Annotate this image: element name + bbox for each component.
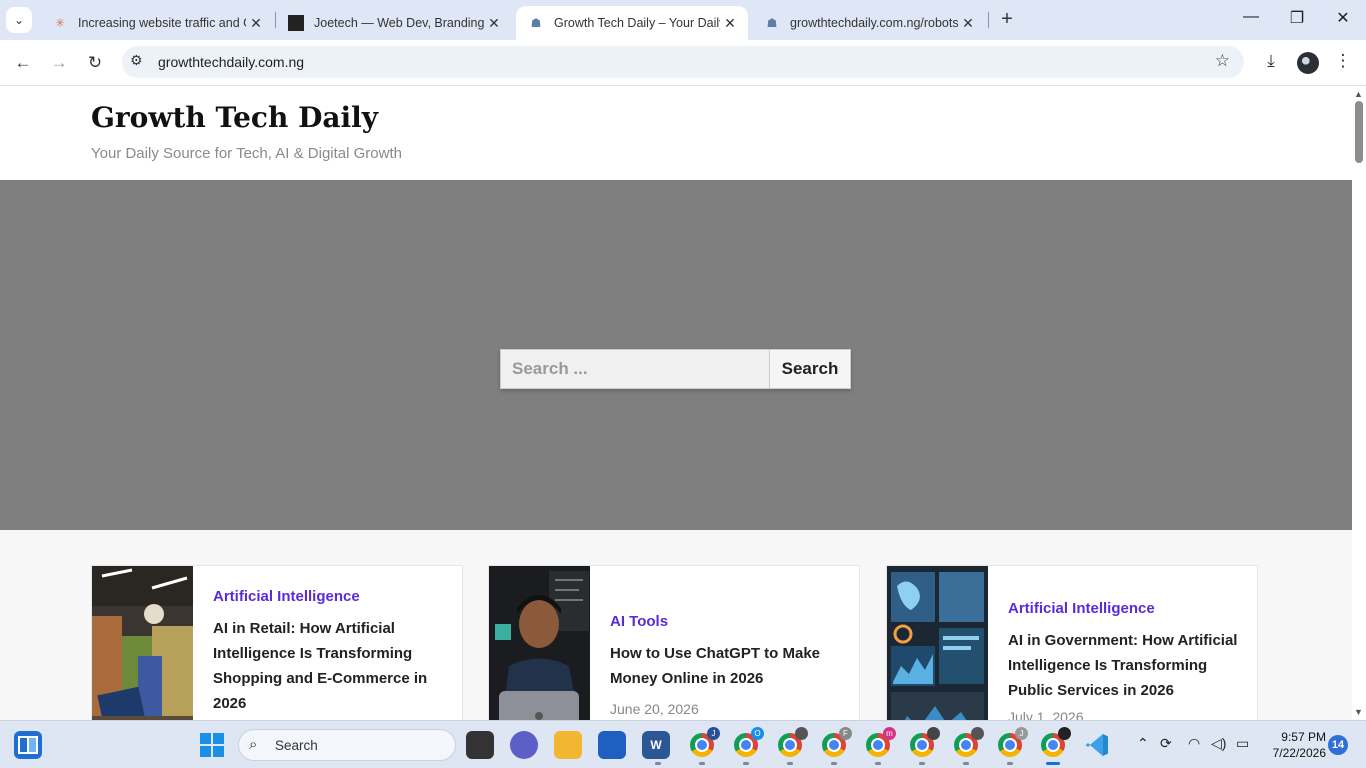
back-button[interactable]: ←: [10, 50, 36, 76]
minimize-button[interactable]: —: [1236, 8, 1266, 26]
search-form: Search ... Search: [500, 349, 851, 389]
close-icon[interactable]: ✕: [958, 15, 978, 32]
hero-banner: Search ... Search: [0, 180, 1352, 530]
post-thumbnail-retail[interactable]: [92, 566, 193, 720]
post-category[interactable]: Artificial Intelligence: [213, 588, 446, 605]
volume-icon[interactable]: ◁): [1211, 735, 1226, 752]
web-page: Growth Tech Daily Your Daily Source for …: [0, 87, 1352, 720]
download-icon[interactable]: ⤓: [1259, 51, 1283, 71]
tab-divider: [988, 12, 989, 28]
restore-button[interactable]: ❐: [1282, 8, 1312, 28]
post-thumbnail-chatgpt[interactable]: [489, 566, 590, 720]
scroll-up-arrow-icon[interactable]: ▲: [1354, 89, 1363, 99]
chat-icon[interactable]: [510, 731, 538, 759]
reload-icon: ↻: [87, 53, 103, 72]
bookmark-star-icon[interactable]: ☆: [1215, 51, 1230, 71]
wifi-icon[interactable]: ◠: [1188, 735, 1200, 752]
close-icon[interactable]: ✕: [246, 15, 266, 32]
url-text[interactable]: growthtechdaily.com.ng: [158, 54, 304, 70]
site-icon: ☗: [766, 16, 778, 30]
running-indicator: [743, 762, 749, 765]
windows-start-icon[interactable]: [198, 731, 226, 759]
post-card[interactable]: AI Tools How to Use ChatGPT to Make Mone…: [488, 565, 860, 720]
post-date: June 20, 2026: [610, 701, 699, 717]
window-close-button[interactable]: ✕: [1328, 8, 1358, 28]
post-title[interactable]: AI in Government: How Artificial Intelli…: [1008, 628, 1241, 703]
microsoft-store-icon[interactable]: [598, 731, 626, 759]
new-tab-button[interactable]: +: [996, 8, 1018, 31]
profile-avatar[interactable]: [1297, 52, 1319, 74]
site-icon: ☗: [530, 16, 542, 30]
post-card[interactable]: Artificial Intelligence AI in Retail: Ho…: [91, 565, 463, 720]
search-icon: ⌕: [249, 736, 258, 753]
kebab-menu-icon[interactable]: ⋮: [1331, 51, 1355, 71]
post-category[interactable]: AI Tools: [610, 613, 843, 630]
chrome-icon[interactable]: [778, 727, 808, 757]
search-button[interactable]: Search: [770, 349, 851, 389]
tab-1[interactable]: ✳ Increasing website traffic and G ✕: [40, 6, 274, 40]
clock-date: 7/22/2026: [1272, 746, 1326, 760]
post-category[interactable]: Artificial Intelligence: [1008, 600, 1241, 617]
active-indicator: [1046, 762, 1060, 765]
battery-icon[interactable]: ▭: [1236, 735, 1249, 752]
close-icon[interactable]: ✕: [484, 15, 504, 32]
file-explorer-icon[interactable]: [554, 731, 582, 759]
post-title[interactable]: How to Use ChatGPT to Make Money Online …: [610, 641, 843, 691]
chevron-down-icon: ⌄: [13, 13, 25, 27]
running-indicator: [655, 762, 661, 765]
chrome-icon[interactable]: [954, 727, 984, 757]
tab-2[interactable]: Joetech — Web Dev, Branding ✕: [276, 6, 512, 40]
joetech-icon: [288, 15, 304, 31]
site-tagline: Your Daily Source for Tech, AI & Digital…: [91, 145, 402, 162]
chrome-icon[interactable]: [910, 727, 940, 757]
arrow-right-icon: →: [50, 53, 68, 72]
tab-strip: ⌄ ✳ Increasing website traffic and G ✕ J…: [0, 0, 1366, 40]
task-view-icon[interactable]: [466, 731, 494, 759]
forward-button[interactable]: →: [46, 50, 72, 76]
scrollbar-thumb[interactable]: [1355, 101, 1363, 163]
site-title[interactable]: Growth Tech Daily: [91, 101, 378, 134]
word-icon[interactable]: W: [642, 731, 670, 759]
running-indicator: [699, 762, 705, 765]
search-input[interactable]: Search ...: [500, 349, 770, 389]
chevron-up-icon[interactable]: ⌃: [1137, 735, 1149, 752]
tab-search-button[interactable]: ⌄: [6, 7, 32, 33]
taskbar: ⌕ Search W J O F m J ⌃ ⟳ ◠ ◁) ▭ 9:57 PM …: [0, 720, 1366, 768]
vscode-icon[interactable]: [1083, 731, 1111, 759]
chrome-icon[interactable]: m: [866, 727, 896, 757]
system-clock[interactable]: 9:57 PM 7/22/2026: [1262, 729, 1326, 761]
notification-badge[interactable]: 14: [1328, 735, 1348, 755]
chrome-icon[interactable]: J: [998, 727, 1028, 757]
page-scrollbar[interactable]: ▲ ▼: [1352, 87, 1366, 720]
running-indicator: [1007, 762, 1013, 765]
running-indicator: [831, 762, 837, 765]
taskbar-search[interactable]: ⌕ Search: [238, 729, 456, 761]
address-bar[interactable]: ⚙ growthtechdaily.com.ng ☆: [122, 46, 1244, 78]
running-indicator: [787, 762, 793, 765]
chrome-icon[interactable]: F: [822, 727, 852, 757]
arrow-left-icon: ←: [14, 53, 32, 72]
chrome-icon-active[interactable]: [1041, 727, 1071, 757]
close-icon[interactable]: ✕: [720, 15, 740, 32]
post-thumbnail-government[interactable]: [887, 566, 988, 720]
reload-button[interactable]: ↻: [82, 50, 108, 76]
chrome-icon[interactable]: O: [734, 727, 764, 757]
claude-icon: ✳: [54, 16, 66, 30]
running-indicator: [875, 762, 881, 765]
running-indicator: [919, 762, 925, 765]
posts-section: Artificial Intelligence AI in Retail: Ho…: [0, 530, 1352, 720]
widgets-icon[interactable]: [14, 731, 42, 759]
running-indicator: [963, 762, 969, 765]
tab-4[interactable]: ☗ growthtechdaily.com.ng/robots ✕: [752, 6, 986, 40]
tab-3-active[interactable]: ☗ Growth Tech Daily – Your Daily ✕: [516, 6, 748, 40]
sync-icon[interactable]: ⟳: [1160, 735, 1172, 752]
post-title[interactable]: AI in Retail: How Artificial Intelligenc…: [213, 616, 446, 716]
scroll-down-arrow-icon[interactable]: ▼: [1354, 707, 1363, 717]
site-settings-icon[interactable]: ⚙: [130, 52, 143, 69]
chrome-icon[interactable]: J: [690, 727, 720, 757]
browser-toolbar: ← → ↻ ⚙ growthtechdaily.com.ng ☆ ⤓ ⋮: [0, 40, 1366, 86]
post-date: July 1, 2026: [1008, 709, 1084, 720]
post-card[interactable]: Artificial Intelligence AI in Government…: [886, 565, 1258, 720]
clock-time: 9:57 PM: [1281, 730, 1326, 744]
